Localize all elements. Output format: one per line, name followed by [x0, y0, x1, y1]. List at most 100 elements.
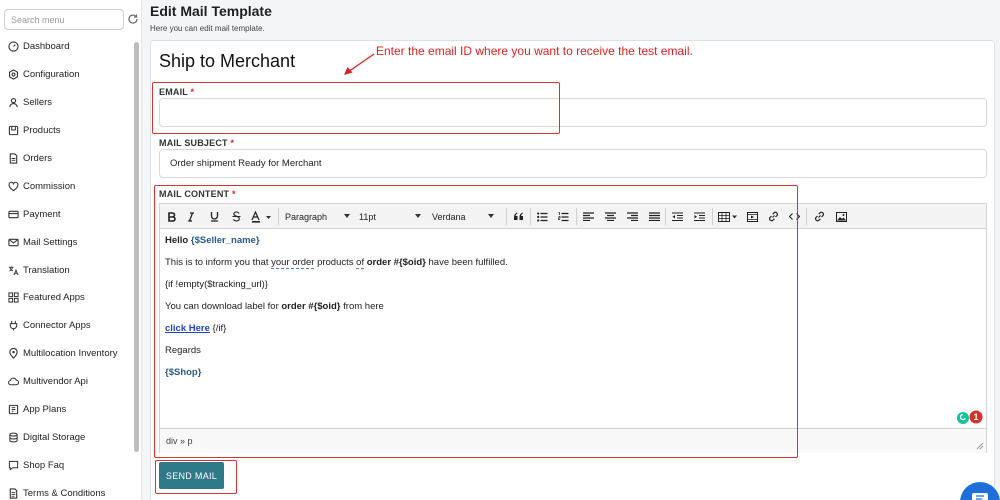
bullet-list-icon: [536, 211, 547, 222]
strikethrough-button[interactable]: [229, 208, 243, 225]
image-button[interactable]: [834, 208, 848, 225]
chat-icon: [972, 493, 988, 500]
underline-button[interactable]: [207, 208, 221, 225]
sidebar-item-configuration[interactable]: Configuration: [0, 61, 134, 89]
email-label: EMAIL *: [159, 87, 195, 97]
indent-button[interactable]: [692, 208, 706, 225]
sidebar-item-multivendor-api[interactable]: Multivendor Api: [0, 368, 134, 396]
content-label: MAIL CONTENT *: [159, 189, 236, 199]
editor-statusbar: div » p: [160, 428, 986, 453]
bold-button[interactable]: [165, 208, 179, 225]
refresh-icon[interactable]: [127, 13, 139, 25]
sidebar-item-label: Orders: [23, 153, 53, 164]
source-code-button[interactable]: [787, 208, 801, 225]
chevron-down-icon: [488, 214, 494, 218]
sidebar-item-sellers[interactable]: Sellers: [0, 89, 134, 117]
sidebar-item-connector-apps[interactable]: Connector Apps: [0, 312, 134, 340]
user-icon: [9, 98, 18, 108]
sidebar-item-label: Multilocation Inventory: [23, 348, 118, 360]
send-mail-button[interactable]: SEND MAIL: [159, 462, 224, 489]
content-line: Regards: [165, 345, 201, 356]
table-button[interactable]: [717, 208, 739, 225]
sidebar-item-label: Commission: [23, 180, 76, 192]
insert-link-button[interactable]: [766, 208, 780, 225]
grammarly-count: 1: [973, 412, 978, 422]
template-title: Ship to Merchant: [159, 51, 296, 71]
sidebar-item-label: Mail Settings: [23, 236, 78, 248]
sidebar-item-products[interactable]: Products: [0, 117, 134, 145]
content-line: click Here {/if}: [165, 323, 227, 334]
required-mark: *: [190, 87, 195, 97]
sidebar-item-featured-apps[interactable]: Featured Apps: [0, 284, 134, 312]
toolbar-separator: [665, 208, 666, 225]
outdent-icon: [671, 212, 683, 221]
content-line: You can download label for order #{$oid}…: [165, 301, 384, 312]
toolbar-separator: [506, 208, 507, 225]
sidebar-item-app-plans[interactable]: App Plans: [0, 396, 134, 424]
sidebar-item-label: Payment: [23, 208, 61, 220]
sidebar-item-shop-faq[interactable]: Shop Faq: [0, 451, 134, 479]
sidebar-item-terms-conditions[interactable]: Terms & Conditions: [0, 479, 134, 500]
bullet-list-button[interactable]: [535, 208, 549, 225]
sidebar-item-commission[interactable]: Commission: [0, 172, 134, 200]
sidebar-item-dashboard[interactable]: Dashboard: [0, 33, 134, 61]
sidebar-item-label: Dashboard: [23, 41, 70, 53]
content-line: {$Shop}: [165, 367, 202, 378]
payment-icon: [8, 210, 19, 219]
sidebar-nav: Dashboard Configuration Sellers Products…: [0, 33, 134, 500]
sidebar-item-payment[interactable]: Payment: [0, 200, 134, 228]
sidebar-item-label: App Plans: [23, 404, 67, 416]
editor-content[interactable]: Hello {$Seller_name} This is to inform y…: [165, 235, 975, 389]
toolbar-separator: [278, 208, 279, 225]
sidebar-item-label: Products: [23, 125, 61, 137]
toolbar-separator: [576, 208, 577, 225]
sidebar-item-mail-settings[interactable]: Mail Settings: [0, 228, 134, 256]
indent-icon: [693, 212, 705, 221]
media-icon: [746, 211, 758, 222]
link-icon: [814, 211, 824, 222]
sidebar-scrollbar[interactable]: [134, 42, 139, 452]
font-size-select[interactable]: 11pt: [359, 209, 421, 224]
link-button[interactable]: [812, 208, 826, 225]
cloud-icon: [8, 377, 19, 386]
click-here-link[interactable]: click Here: [165, 323, 210, 334]
numbered-list-button[interactable]: [556, 208, 570, 225]
location-icon: [9, 348, 18, 360]
align-center-button[interactable]: [603, 208, 617, 225]
mail-icon: [8, 238, 19, 246]
grammarly-icon[interactable]: 1: [957, 410, 985, 426]
image-icon: [835, 211, 847, 222]
font-family-select[interactable]: Verdana: [432, 209, 494, 224]
plans-icon: [8, 404, 19, 415]
search-menu-input[interactable]: [5, 10, 123, 29]
align-justify-button[interactable]: [647, 208, 661, 225]
align-right-button[interactable]: [625, 208, 639, 225]
media-button[interactable]: [745, 208, 759, 225]
sidebar: Dashboard Configuration Sellers Products…: [0, 0, 142, 500]
editor-toolbar: Paragraph 11pt Verdana: [160, 204, 986, 229]
text-color-icon: [251, 210, 271, 223]
toolbar-separator: [712, 208, 713, 225]
chat-widget-button[interactable]: [960, 482, 1000, 500]
search-box: [4, 9, 124, 30]
resize-handle-icon[interactable]: [976, 442, 984, 450]
align-left-button[interactable]: [581, 208, 595, 225]
italic-button[interactable]: [184, 208, 198, 225]
sidebar-item-multilocation-inventory[interactable]: Multilocation Inventory: [0, 340, 134, 368]
sidebar-item-orders[interactable]: Orders: [0, 145, 134, 173]
strikethrough-icon: [232, 211, 240, 222]
mail-subject-field[interactable]: [160, 150, 986, 177]
content-line: {if !empty($tracking_url)}: [165, 279, 268, 290]
bold-icon: [168, 211, 176, 222]
email-field[interactable]: [160, 99, 986, 126]
sidebar-item-label: Terms & Conditions: [23, 487, 106, 499]
blockquote-button[interactable]: [511, 208, 525, 225]
text-color-button[interactable]: [250, 208, 274, 225]
sidebar-item-translation[interactable]: Translation: [0, 256, 134, 284]
sidebar-item-digital-storage[interactable]: Digital Storage: [0, 423, 134, 451]
outdent-button[interactable]: [670, 208, 684, 225]
format-select[interactable]: Paragraph: [285, 209, 350, 224]
annotation-arrow: [344, 53, 375, 75]
code-icon: [788, 213, 800, 220]
settings-icon: [9, 69, 18, 81]
